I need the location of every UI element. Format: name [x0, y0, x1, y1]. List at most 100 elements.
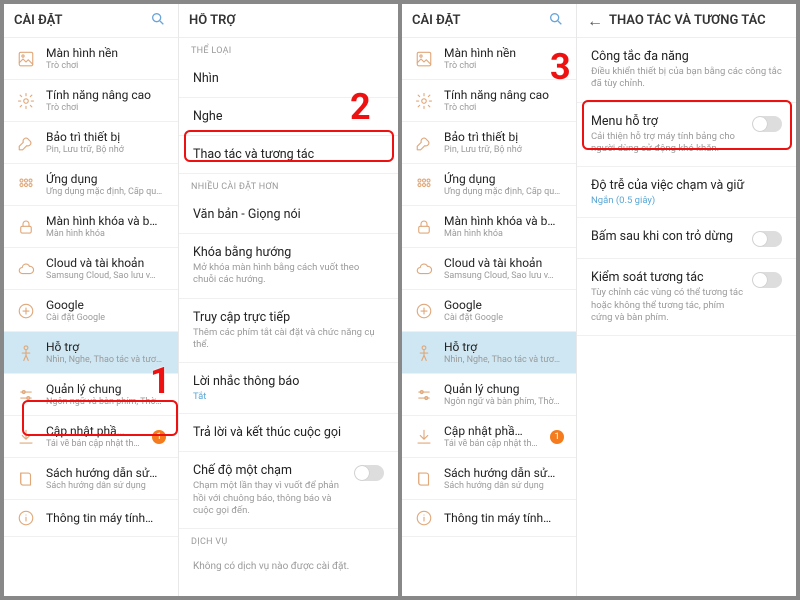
toggle-switch[interactable] [752, 116, 782, 132]
settings-item-text: GoogleCài đặt Google [444, 298, 564, 323]
interaction-item-sub: Cải thiện hỗ trợ máy tính bảng cho người… [591, 131, 744, 156]
update-badge: 1 [152, 430, 166, 444]
support-item[interactable]: Lời nhắc thông báoTắt [179, 363, 398, 414]
settings-item[interactable]: Tính năng nâng caoTrò chơi [4, 80, 178, 122]
settings-title: CÀI ĐẶT [14, 13, 148, 28]
settings-item-text: Quản lý chungNgôn ngữ và bàn phím, Thờ… [444, 382, 564, 407]
settings-item[interactable]: Màn hình khóa và b…Màn hình khóa [402, 206, 576, 248]
settings-item-sub: Ngôn ngữ và bàn phím, Thờ… [46, 397, 166, 407]
download-icon [414, 427, 434, 447]
settings-item[interactable]: Quản lý chungNgôn ngữ và bàn phím, Thờ… [4, 374, 178, 416]
settings-item-label: Cloud và tài khoản [46, 256, 166, 270]
interaction-item[interactable]: Công tắc đa năngĐiều khiển thiết bị của … [577, 38, 796, 103]
settings-item-text: Cập nhật phầ…Tải về bản cập nhật th… [46, 424, 142, 449]
settings-item[interactable]: Thông tin máy tính… [402, 500, 576, 537]
settings-item[interactable]: Bảo trì thiết bịPin, Lưu trữ, Bộ nhớ [4, 122, 178, 164]
settings-item[interactable]: Hỗ trợNhìn, Nghe, Thao tác và tươ… [402, 332, 576, 374]
settings-item[interactable]: Thông tin máy tính… [4, 500, 178, 537]
support-item[interactable]: Khóa bằng hướngMở khóa màn hình bằng các… [179, 234, 398, 299]
grid-icon [414, 175, 434, 195]
cloud-icon [16, 259, 36, 279]
settings-item[interactable]: Tính năng nâng caoTrò chơi [402, 80, 576, 122]
settings-item[interactable]: Ứng dụngỨng dụng mặc định, Cấp qu… [402, 164, 576, 206]
support-item-label: Trả lời và kết thúc cuộc gọi [193, 425, 384, 440]
toggle-switch[interactable] [752, 272, 782, 288]
settings-item[interactable]: Hỗ trợNhìn, Nghe, Thao tác và tươ… [4, 332, 178, 374]
settings-item[interactable]: Màn hình khóa và b…Màn hình khóa [4, 206, 178, 248]
google-icon [16, 301, 36, 321]
support-item-sub: Thêm các phím tắt cài đặt và chức năng c… [193, 327, 384, 352]
settings-item-label: Google [46, 298, 166, 312]
support-item[interactable]: Nghe [179, 98, 398, 136]
settings-item[interactable]: Sách hướng dẫn sử…Sách hướng dẫn sử dụng [4, 458, 178, 500]
settings-item-text: Sách hướng dẫn sử…Sách hướng dẫn sử dụng [46, 466, 166, 491]
settings-title-2: CÀI ĐẶT [412, 13, 546, 28]
support-item[interactable]: Trả lời và kết thúc cuộc gọi [179, 414, 398, 452]
settings-item-text: Màn hình nềnTrò chơi [444, 46, 564, 71]
settings-item-label: Màn hình nền [46, 46, 166, 60]
settings-panel-2: CÀI ĐẶT Màn hình nềnTrò chơi Tính năng nâ… [402, 4, 577, 596]
interaction-item-label: Kiểm soát tương tác [591, 270, 744, 285]
settings-list-2: Màn hình nềnTrò chơi Tính năng nâng caoTr… [402, 38, 576, 537]
settings-item-sub: Trò chơi [444, 61, 564, 71]
settings-item-text: Thông tin máy tính… [46, 511, 166, 525]
support-item-label: Truy cập trực tiếp [193, 310, 384, 325]
settings-item[interactable]: Cloud và tài khoảnSamsung Cloud, Sao lưu… [402, 248, 576, 290]
settings-item[interactable]: Ứng dụngỨng dụng mặc định, Cấp qu… [4, 164, 178, 206]
support-title: HỖ TRỢ [189, 13, 388, 28]
support-item[interactable]: Chế độ một chạm Chạm một lần thay vì vuốt… [179, 452, 398, 529]
interaction-item[interactable]: Menu hỗ trợCải thiện hỗ trợ máy tính bản… [577, 103, 796, 168]
settings-item-sub: Màn hình khóa [444, 229, 564, 239]
toggle-switch[interactable] [354, 465, 384, 481]
settings-item-label: Cập nhật phầ… [444, 424, 540, 438]
section-caption: DỊCH VỤ [179, 529, 398, 551]
settings-item-label: Thông tin máy tính… [444, 511, 564, 525]
sliders-icon [16, 385, 36, 405]
settings-item-sub: Trò chơi [46, 103, 166, 113]
settings-item-text: Tính năng nâng caoTrò chơi [46, 88, 166, 113]
support-body: THỂ LOẠINhìnNgheThao tác và tương tácNHI… [179, 38, 398, 582]
settings-item-label: Bảo trì thiết bị [46, 130, 166, 144]
settings-item[interactable]: Bảo trì thiết bịPin, Lưu trữ, Bộ nhớ [402, 122, 576, 164]
settings-item[interactable]: Màn hình nềnTrò chơi [4, 38, 178, 80]
person-icon [414, 343, 434, 363]
search-icon[interactable] [546, 11, 566, 31]
settings-item[interactable]: GoogleCài đặt Google [4, 290, 178, 332]
toggle-switch[interactable] [752, 231, 782, 247]
settings-item-sub: Trò chơi [46, 61, 166, 71]
support-item-label: Chế độ một chạm [193, 463, 346, 478]
search-icon[interactable] [148, 11, 168, 31]
support-item-label: Nhìn [193, 71, 384, 86]
settings-item[interactable]: Cloud và tài khoảnSamsung Cloud, Sao lưu… [4, 248, 178, 290]
support-item-sub: Chạm một lần thay vì vuốt để phản hồi vớ… [193, 480, 346, 517]
settings-item-sub: Tải về bản cập nhật th… [444, 439, 540, 449]
settings-item[interactable]: Quản lý chungNgôn ngữ và bàn phím, Thờ… [402, 374, 576, 416]
interaction-title: THAO TÁC VÀ TƯƠNG TÁC [609, 13, 786, 28]
interaction-item-label: Công tắc đa năng [591, 49, 782, 64]
settings-item[interactable]: Cập nhật phầ…Tải về bản cập nhật th… 1 [4, 416, 178, 458]
settings-item-label: Quản lý chung [46, 382, 166, 396]
settings-item[interactable]: Sách hướng dẫn sử…Sách hướng dẫn sử dụng [402, 458, 576, 500]
support-item[interactable]: Thao tác và tương tác [179, 136, 398, 174]
support-item[interactable]: Nhìn [179, 60, 398, 98]
settings-item-sub: Sách hướng dẫn sử dụng [46, 481, 166, 491]
wallpaper-icon [414, 49, 434, 69]
settings-item[interactable]: Cập nhật phầ…Tải về bản cập nhật th…1 [402, 416, 576, 458]
interaction-panel: ← THAO TÁC VÀ TƯƠNG TÁC Công tắc đa năng… [577, 4, 796, 596]
support-item[interactable]: Văn bản - Giọng nói [179, 196, 398, 234]
interaction-item[interactable]: Độ trễ của việc chạm và giữNgắn (0.5 giâ… [577, 167, 796, 218]
settings-item[interactable]: Màn hình nềnTrò chơi [402, 38, 576, 80]
interaction-item[interactable]: Bấm sau khi con trỏ dừng [577, 218, 796, 259]
back-icon[interactable]: ← [587, 13, 603, 29]
interaction-item[interactable]: Kiểm soát tương tácTùy chỉnh các vùng có… [577, 259, 796, 336]
interaction-header: ← THAO TÁC VÀ TƯƠNG TÁC [577, 4, 796, 38]
settings-item-sub: Cài đặt Google [46, 313, 166, 323]
settings-item-sub: Sách hướng dẫn sử dụng [444, 481, 564, 491]
settings-item-label: Tính năng nâng cao [46, 88, 166, 102]
empty-services-note: Không có dịch vụ nào được cài đặt. [179, 551, 398, 582]
settings-item[interactable]: GoogleCài đặt Google [402, 290, 576, 332]
support-item[interactable]: Truy cập trực tiếp Thêm các phím tắt cài … [179, 299, 398, 364]
settings-item-text: Tính năng nâng caoTrò chơi [444, 88, 564, 113]
info-icon [16, 508, 36, 528]
settings-item-label: Màn hình khóa và b… [444, 214, 564, 228]
